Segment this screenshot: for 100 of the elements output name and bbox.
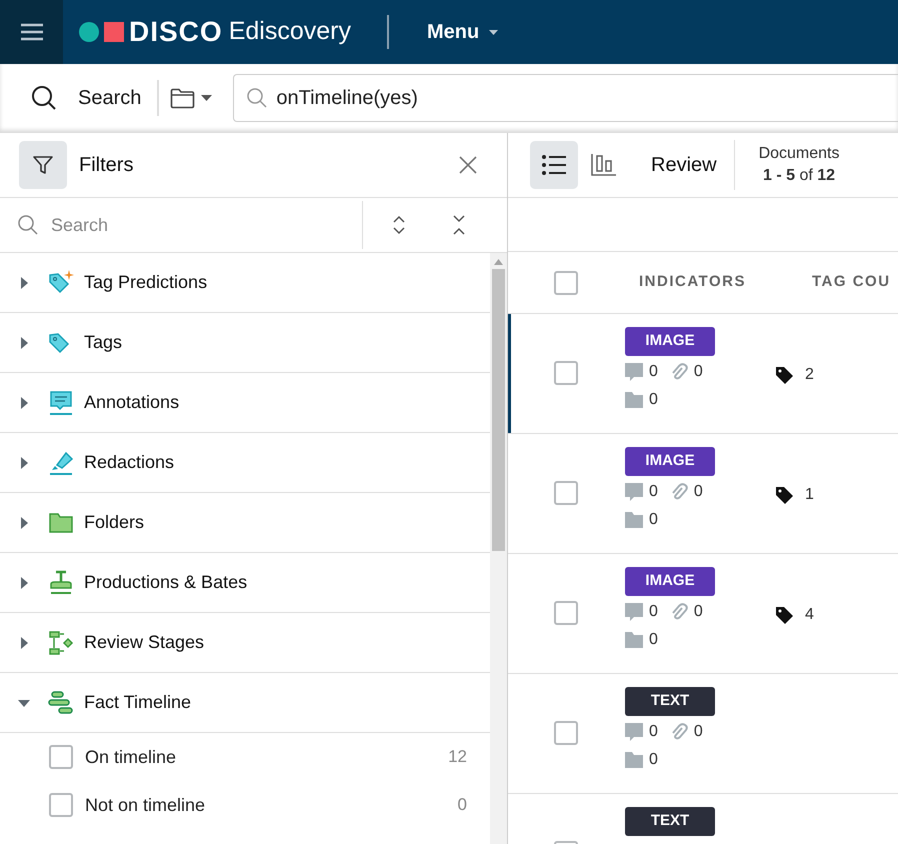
filter-category[interactable]: Annotations (0, 373, 490, 433)
column-header: TAG COU (812, 272, 891, 292)
file-type-badge: IMAGE (625, 327, 715, 356)
option-label: On timeline (85, 746, 176, 768)
row-checkbox[interactable] (554, 361, 578, 385)
comment-count: 0 (649, 482, 658, 502)
filter-category[interactable]: Folders (0, 493, 490, 553)
category-label: Folders (84, 511, 144, 534)
document-row[interactable]: IMAGE 0 0 0 2 (508, 314, 898, 434)
option-count: 12 (448, 746, 467, 768)
documents-label: Documents (758, 144, 840, 164)
select-all-checkbox[interactable] (554, 270, 578, 294)
filter-category[interactable]: Redactions (0, 433, 490, 493)
category-label: Fact Timeline (84, 691, 192, 714)
folder-icon (625, 752, 643, 768)
tag-count: 4 (805, 605, 814, 625)
search-button[interactable]: Search (31, 83, 142, 113)
column-header: INDICATORS (639, 272, 747, 292)
list-icon (541, 154, 567, 176)
row-checkbox[interactable] (554, 721, 578, 745)
file-type-badge: TEXT (625, 807, 715, 836)
menu-icon[interactable] (0, 0, 63, 64)
document-range: 1 - 5 of 12 (763, 166, 836, 186)
caret-icon (489, 30, 498, 34)
bar-chart-icon (591, 153, 617, 177)
folder-icon (625, 392, 643, 408)
logo-icon (79, 22, 124, 42)
filter-search-field[interactable]: Search (51, 212, 251, 238)
file-type-badge: IMAGE (625, 447, 715, 476)
tag-count: 1 (805, 485, 814, 505)
panel-title: Filters (79, 153, 134, 178)
option-label: Not on timeline (85, 794, 206, 816)
tag-count: 2 (805, 365, 814, 385)
folder-count: 0 (649, 630, 658, 650)
tag-icon (776, 486, 793, 504)
option-count: 0 (458, 794, 467, 816)
paperclip-icon (670, 363, 688, 381)
category-label: Review Stages (84, 631, 204, 654)
menu-dropdown[interactable]: Menu (426, 17, 498, 47)
view-title: Review (651, 153, 717, 178)
document-row[interactable]: IMAGE 0 0 0 4 (508, 554, 898, 674)
folder-icon (625, 512, 643, 528)
category-label: Tags (84, 331, 122, 354)
search-icon (246, 87, 268, 109)
row-checkbox[interactable] (554, 601, 578, 625)
workflow-icon (47, 628, 75, 656)
scrollbar[interactable] (490, 253, 507, 844)
category-label: Productions & Bates (84, 571, 248, 594)
filter-category[interactable]: Fact Timeline (0, 673, 490, 733)
document-row[interactable]: TEXT (508, 794, 898, 844)
row-checkbox[interactable] (554, 481, 578, 505)
filter-category[interactable]: Tags (0, 313, 490, 373)
file-type-badge: IMAGE (625, 567, 715, 596)
scroll-up-icon[interactable] (494, 259, 503, 265)
paperclip-icon (670, 603, 688, 621)
document-row[interactable]: IMAGE 0 0 0 1 (508, 434, 898, 554)
product-name: Ediscovery (228, 16, 351, 48)
comment-count: 0 (649, 722, 658, 742)
comment-icon (625, 483, 643, 501)
filter-option[interactable]: Not on timeline 0 (0, 781, 490, 829)
filter-option[interactable]: On timeline 12 (0, 733, 490, 781)
filter-icon (19, 141, 67, 189)
checkbox[interactable] (49, 793, 73, 817)
filter-category[interactable]: Review Stages (0, 613, 490, 673)
attachment-count: 0 (694, 722, 703, 742)
query-field[interactable]: onTimeline(yes) (233, 74, 898, 122)
close-icon[interactable] (459, 156, 477, 174)
caret-icon (201, 95, 212, 101)
logo-text: DISCO (129, 15, 223, 49)
comment-icon (47, 388, 75, 416)
category-label: Tag Predictions (84, 271, 208, 294)
comment-icon (625, 363, 643, 381)
folder-count: 0 (649, 390, 658, 410)
search-icon (17, 214, 39, 236)
comment-count: 0 (649, 602, 658, 622)
tag-icon (776, 366, 793, 384)
folder-count: 0 (649, 750, 658, 770)
attachment-count: 0 (694, 482, 703, 502)
attachment-count: 0 (694, 602, 703, 622)
checkbox[interactable] (49, 745, 73, 769)
paperclip-icon (670, 723, 688, 741)
timeline-icon (47, 688, 75, 716)
folder-count: 0 (649, 510, 658, 530)
file-type-badge: TEXT (625, 687, 715, 716)
list-view-button[interactable] (530, 141, 578, 189)
tag-icon (776, 606, 793, 624)
category-label: Annotations (84, 391, 180, 414)
comment-count: 0 (649, 362, 658, 382)
folder-icon (170, 88, 196, 108)
category-label: Redactions (84, 451, 174, 474)
filter-category[interactable]: Tag Predictions (0, 253, 490, 313)
document-row[interactable]: TEXT 0 0 0 (508, 674, 898, 794)
comment-icon (625, 723, 643, 741)
comment-icon (625, 603, 643, 621)
paperclip-icon (670, 483, 688, 501)
folder-dropdown[interactable] (170, 88, 212, 108)
attachment-count: 0 (694, 362, 703, 382)
folder-icon (625, 632, 643, 648)
search-icon (31, 85, 57, 111)
filter-category[interactable]: Productions & Bates (0, 553, 490, 613)
